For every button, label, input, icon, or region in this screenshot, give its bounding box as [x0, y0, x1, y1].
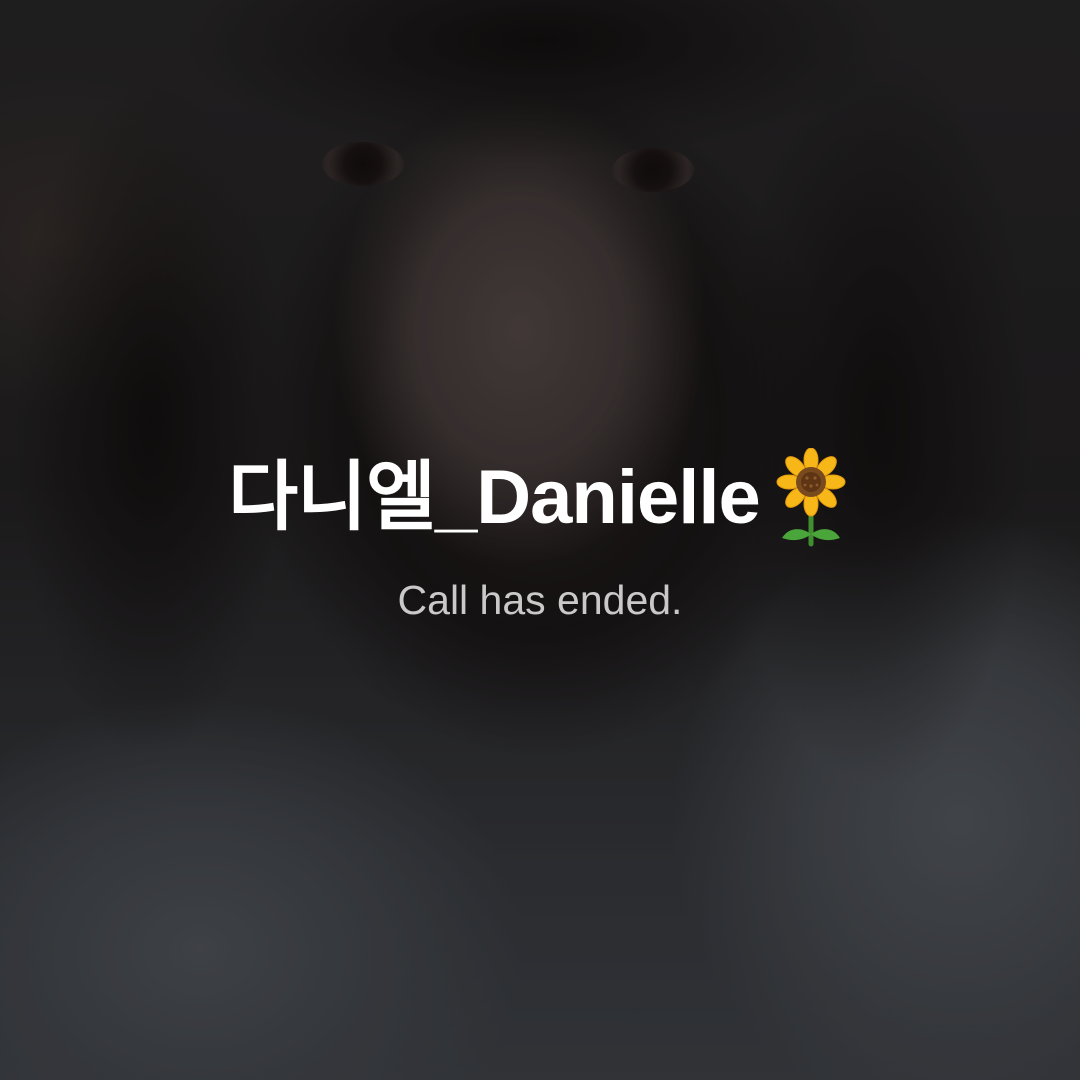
caller-name-text: 다니엘_Danielle	[228, 455, 760, 540]
caller-name: 다니엘_Danielle	[228, 438, 852, 558]
sunflower-icon	[770, 447, 852, 548]
caller-info: 다니엘_Danielle Call has ended.	[0, 438, 1080, 628]
call-ended-screen: 다니엘_Danielle Call has ended.	[0, 0, 1080, 1080]
call-status-text: Call has ended.	[397, 577, 683, 623]
